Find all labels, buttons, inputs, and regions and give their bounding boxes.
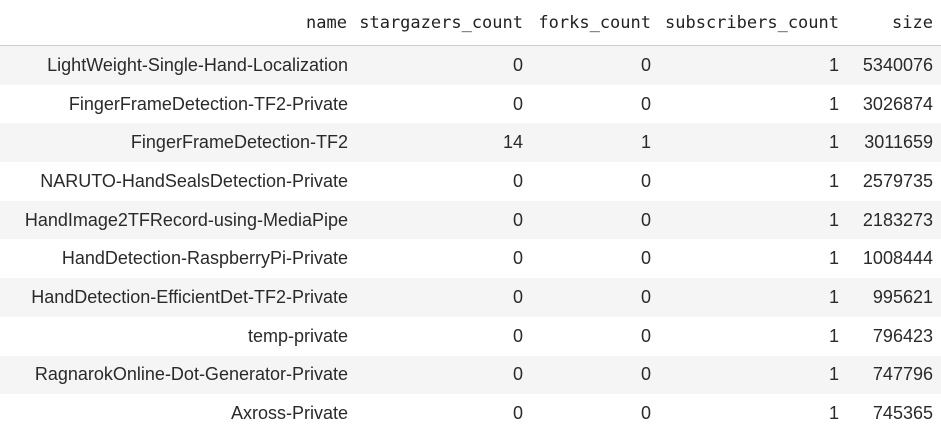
table-row: FingerFrameDetection-TF2 14 1 1 3011659 bbox=[0, 123, 941, 163]
cell-forks-count: 0 bbox=[531, 200, 659, 240]
cell-forks-count: 0 bbox=[531, 84, 659, 124]
cell-name: Axross-Private bbox=[0, 394, 355, 433]
cell-subscribers-count: 1 bbox=[659, 200, 847, 240]
table-row: HandImage2TFRecord-using-MediaPipe 0 0 1… bbox=[0, 200, 941, 240]
cell-name: NARUTO-HandSealsDetection-Private bbox=[0, 162, 355, 201]
column-header-subscribers-count: subscribers_count bbox=[659, 0, 847, 46]
cell-subscribers-count: 1 bbox=[659, 355, 847, 395]
column-header-name: name bbox=[0, 0, 355, 46]
cell-name: FingerFrameDetection-TF2-Private bbox=[0, 84, 355, 124]
cell-stargazers-count: 0 bbox=[355, 200, 531, 240]
cell-name: FingerFrameDetection-TF2 bbox=[0, 123, 355, 163]
cell-stargazers-count: 0 bbox=[355, 45, 531, 85]
cell-subscribers-count: 1 bbox=[659, 239, 847, 279]
table-row: LightWeight-Single-Hand-Localization 0 0… bbox=[0, 45, 941, 85]
table-row: FingerFrameDetection-TF2-Private 0 0 1 3… bbox=[0, 84, 941, 124]
cell-forks-count: 0 bbox=[531, 162, 659, 201]
cell-forks-count: 0 bbox=[531, 355, 659, 395]
cell-stargazers-count: 14 bbox=[355, 123, 531, 163]
cell-forks-count: 0 bbox=[531, 45, 659, 85]
table-row: HandDetection-EfficientDet-TF2-Private 0… bbox=[0, 278, 941, 317]
cell-forks-count: 0 bbox=[531, 278, 659, 317]
table-row: HandDetection-RaspberryPi-Private 0 0 1 … bbox=[0, 239, 941, 279]
cell-stargazers-count: 0 bbox=[355, 278, 531, 317]
cell-stargazers-count: 0 bbox=[355, 84, 531, 124]
cell-stargazers-count: 0 bbox=[355, 355, 531, 395]
cell-stargazers-count: 0 bbox=[355, 162, 531, 201]
cell-forks-count: 0 bbox=[531, 316, 659, 356]
column-header-size: size bbox=[847, 0, 941, 46]
cell-size: 2579735 bbox=[847, 162, 941, 201]
cell-size: 796423 bbox=[847, 316, 941, 356]
table-body: LightWeight-Single-Hand-Localization 0 0… bbox=[0, 45, 941, 433]
cell-subscribers-count: 1 bbox=[659, 278, 847, 317]
table-row: temp-private 0 0 1 796423 bbox=[0, 316, 941, 356]
cell-name: LightWeight-Single-Hand-Localization bbox=[0, 45, 355, 85]
cell-subscribers-count: 1 bbox=[659, 316, 847, 356]
cell-name: HandDetection-RaspberryPi-Private bbox=[0, 239, 355, 279]
cell-forks-count: 0 bbox=[531, 239, 659, 279]
table-row: RagnarokOnline-Dot-Generator-Private 0 0… bbox=[0, 355, 941, 395]
header-row: name stargazers_count forks_count subscr… bbox=[0, 0, 941, 46]
cell-name: temp-private bbox=[0, 316, 355, 356]
cell-size: 3011659 bbox=[847, 123, 941, 163]
cell-size: 1008444 bbox=[847, 239, 941, 279]
table-header: name stargazers_count forks_count subscr… bbox=[0, 0, 941, 46]
cell-size: 747796 bbox=[847, 355, 941, 395]
cell-stargazers-count: 0 bbox=[355, 394, 531, 433]
cell-stargazers-count: 0 bbox=[355, 239, 531, 279]
column-header-forks-count: forks_count bbox=[531, 0, 659, 46]
cell-name: HandImage2TFRecord-using-MediaPipe bbox=[0, 200, 355, 240]
cell-size: 2183273 bbox=[847, 200, 941, 240]
cell-size: 3026874 bbox=[847, 84, 941, 124]
cell-name: HandDetection-EfficientDet-TF2-Private bbox=[0, 278, 355, 317]
cell-subscribers-count: 1 bbox=[659, 84, 847, 124]
cell-subscribers-count: 1 bbox=[659, 162, 847, 201]
cell-subscribers-count: 1 bbox=[659, 394, 847, 433]
cell-size: 745365 bbox=[847, 394, 941, 433]
cell-forks-count: 1 bbox=[531, 123, 659, 163]
cell-subscribers-count: 1 bbox=[659, 123, 847, 163]
dataframe-table: name stargazers_count forks_count subscr… bbox=[0, 0, 941, 433]
table-row: Axross-Private 0 0 1 745365 bbox=[0, 394, 941, 433]
table-row: NARUTO-HandSealsDetection-Private 0 0 1 … bbox=[0, 162, 941, 201]
cell-subscribers-count: 1 bbox=[659, 45, 847, 85]
column-header-stargazers-count: stargazers_count bbox=[355, 0, 531, 46]
cell-stargazers-count: 0 bbox=[355, 316, 531, 356]
cell-size: 995621 bbox=[847, 278, 941, 317]
cell-forks-count: 0 bbox=[531, 394, 659, 433]
cell-name: RagnarokOnline-Dot-Generator-Private bbox=[0, 355, 355, 395]
cell-size: 5340076 bbox=[847, 45, 941, 85]
